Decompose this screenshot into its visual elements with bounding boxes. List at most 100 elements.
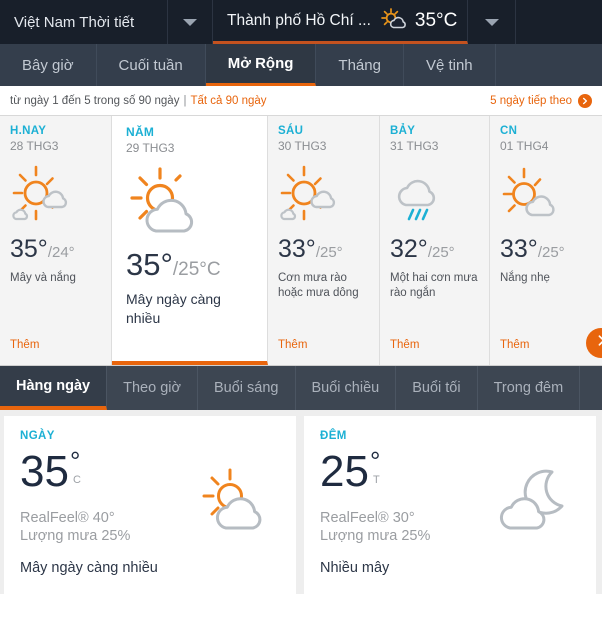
nav-item-thang[interactable]: Tháng xyxy=(316,44,404,86)
card-temps: 33°/25° xyxy=(278,235,369,264)
city-label: Thành phố Hồ Chí ... xyxy=(227,11,371,29)
country-selector[interactable]: Việt Nam Thời tiết xyxy=(0,0,168,44)
range-separator: | xyxy=(183,94,187,107)
card-weather-icon-wrap xyxy=(126,161,253,245)
card-weather-icon-wrap xyxy=(278,159,369,233)
night-detail-panel: ĐÊM 25 ° T RealFeel® 30° Lượng mưa 25% N… xyxy=(304,416,596,594)
chevron-down-icon xyxy=(484,18,499,26)
header-temperature: 35°C xyxy=(414,9,458,31)
card-day-date: 28 THG3 xyxy=(10,139,59,153)
all-days-link[interactable]: Tất cả 90 ngày xyxy=(190,95,266,107)
day-temperature: 35 ° C xyxy=(20,446,81,496)
card-temps: 32°/25° xyxy=(390,235,479,264)
next-days-label: 5 ngày tiếp theo xyxy=(490,94,572,107)
forecast-card-2[interactable]: SÁU 30 THG3 33°/25° Cơn mưa rào hoặc mưa… xyxy=(268,116,380,365)
nav-label: Bây giờ xyxy=(22,56,74,74)
nav-item-mo-rong[interactable]: Mở Rộng xyxy=(205,44,317,86)
night-temp-value: 25 xyxy=(320,447,369,496)
night-temp-unit-box: ° T xyxy=(370,448,380,487)
card-weather-icon-wrap xyxy=(500,159,592,233)
forecast-card-4[interactable]: CN 01 THG4 33°/25° Nắng nhẹ Thêm xyxy=(490,116,602,365)
cloud-with-rain-icon xyxy=(390,163,456,230)
circle-arrow-right-icon xyxy=(578,93,592,108)
forecast-card-0[interactable]: H.NAY 28 THG3 35°/24° Mây và nắng Thêm xyxy=(0,116,112,365)
night-panel-title: ĐÊM xyxy=(320,430,347,442)
header-spacer xyxy=(516,0,602,44)
sun-behind-cloud-icon xyxy=(186,468,282,540)
top-header-bar: Việt Nam Thời tiết Thành phố Hồ Chí ... … xyxy=(0,0,602,44)
card-more-link[interactable]: Thêm xyxy=(500,339,529,351)
card-day-name: CN xyxy=(500,125,518,137)
next-days-link[interactable]: 5 ngày tiếp theo xyxy=(490,93,592,108)
chevron-down-icon xyxy=(183,18,197,26)
card-low-temp: /25° xyxy=(315,244,343,261)
sun-behind-cloud-icon xyxy=(10,163,76,230)
city-tab[interactable]: Thành phố Hồ Chí ... 35°C xyxy=(213,0,469,44)
card-description: Mây ngày càng nhiều xyxy=(126,291,221,326)
subnav-item-buoi-toi[interactable]: Buổi tối xyxy=(396,366,478,410)
range-bar: từ ngày 1 đến 5 trong số 90 ngày | Tất c… xyxy=(0,86,602,116)
nav-item-bay-gio[interactable]: Bây giờ xyxy=(0,44,97,86)
night-temp-unit: T xyxy=(372,474,380,487)
night-temperature: 25 ° T xyxy=(320,447,380,496)
subnav-label: Trong đêm xyxy=(493,380,564,396)
subnav-label: Hàng ngày xyxy=(16,378,91,394)
nav-label: Mở Rộng xyxy=(227,55,294,72)
subnav-item-theo-gio[interactable]: Theo giờ xyxy=(107,366,198,410)
range-text: từ ngày 1 đến 5 trong số 90 ngày xyxy=(10,94,180,107)
sun-behind-cloud-icon xyxy=(500,163,566,230)
card-description: Nắng nhẹ xyxy=(500,272,550,284)
card-description: Mây và nắng xyxy=(10,272,76,284)
subnav-label: Buổi tối xyxy=(412,380,461,396)
forecast-card-row: H.NAY 28 THG3 35°/24° Mây và nắng Thêm N… xyxy=(0,116,602,366)
subnav-item-hang-ngay[interactable]: Hàng ngày xyxy=(0,366,108,410)
moon-behind-cloud-icon xyxy=(486,469,582,540)
nav-label: Tháng xyxy=(338,56,381,74)
forecast-card-3[interactable]: BẢY 31 THG3 32°/25° Một hai cơn mưa rào … xyxy=(380,116,490,365)
card-high-temp: 35° xyxy=(10,235,48,263)
card-temps: 35°/25°C xyxy=(126,247,253,283)
subnav-item-trong-dem[interactable]: Trong đêm xyxy=(478,366,581,410)
card-more-link[interactable]: Thêm xyxy=(390,339,419,351)
subnav-label: Theo giờ xyxy=(123,380,181,396)
sun-behind-cloud-icon xyxy=(278,163,344,230)
detail-panels: NGÀY 35 ° C RealFeel® 40° Lượng mưa 25% … xyxy=(0,410,602,594)
city-dropdown-button[interactable] xyxy=(468,0,517,44)
nav-item-cuoi-tuan[interactable]: Cuối tuần xyxy=(97,44,206,86)
card-more-link[interactable]: Thêm xyxy=(10,339,39,351)
subnav-item-buoi-chieu[interactable]: Buổi chiều xyxy=(296,366,397,410)
card-weather-icon-wrap xyxy=(390,159,479,233)
country-label: Việt Nam Thời tiết xyxy=(14,13,135,31)
card-description: Cơn mưa rào hoặc mưa dông xyxy=(278,272,359,300)
subnav-spacer xyxy=(580,366,602,410)
card-more-link[interactable]: Thêm xyxy=(278,339,307,351)
nav-item-ve-tinh[interactable]: Vệ tinh xyxy=(404,44,496,86)
subnav-label: Buổi sáng xyxy=(214,380,279,396)
chevron-right-icon xyxy=(595,334,602,352)
nav-label: Cuối tuần xyxy=(118,56,183,74)
night-description: Nhiều mây xyxy=(320,560,390,576)
nav-label: Vệ tinh xyxy=(425,56,473,74)
card-day-name: H.NAY xyxy=(10,125,47,137)
subnav-item-buoi-sang[interactable]: Buổi sáng xyxy=(198,366,296,410)
subnav-label: Buổi chiều xyxy=(311,380,380,396)
card-high-temp: 33° xyxy=(278,235,316,263)
card-day-name: SÁU xyxy=(278,125,304,137)
country-dropdown-button[interactable] xyxy=(168,0,213,44)
card-day-date: 30 THG3 xyxy=(278,139,327,153)
card-high-temp: 32° xyxy=(390,235,428,263)
card-temps: 33°/25° xyxy=(500,235,592,264)
card-day-date: 29 THG3 xyxy=(126,141,175,155)
degree-symbol: ° xyxy=(69,446,81,476)
forecast-card-1[interactable]: NĂM 29 THG3 35°/25°C Mây ngày càng nhiều xyxy=(112,116,268,365)
card-description: Một hai cơn mưa rào ngắn xyxy=(390,272,478,300)
card-low-temp: /25° xyxy=(537,244,565,261)
day-temp-value: 35 xyxy=(20,447,69,496)
card-day-date: 01 THG4 xyxy=(500,139,549,153)
day-panel-icon-wrap xyxy=(186,464,282,541)
day-detail-panel: NGÀY 35 ° C RealFeel® 40° Lượng mưa 25% … xyxy=(4,416,296,594)
main-nav: Bây giờ Cuối tuần Mở Rộng Tháng Vệ tinh xyxy=(0,44,602,86)
card-low-temp: /25° xyxy=(427,244,455,261)
sun-behind-cloud-icon xyxy=(380,7,406,35)
card-day-name: BẢY xyxy=(390,125,416,137)
